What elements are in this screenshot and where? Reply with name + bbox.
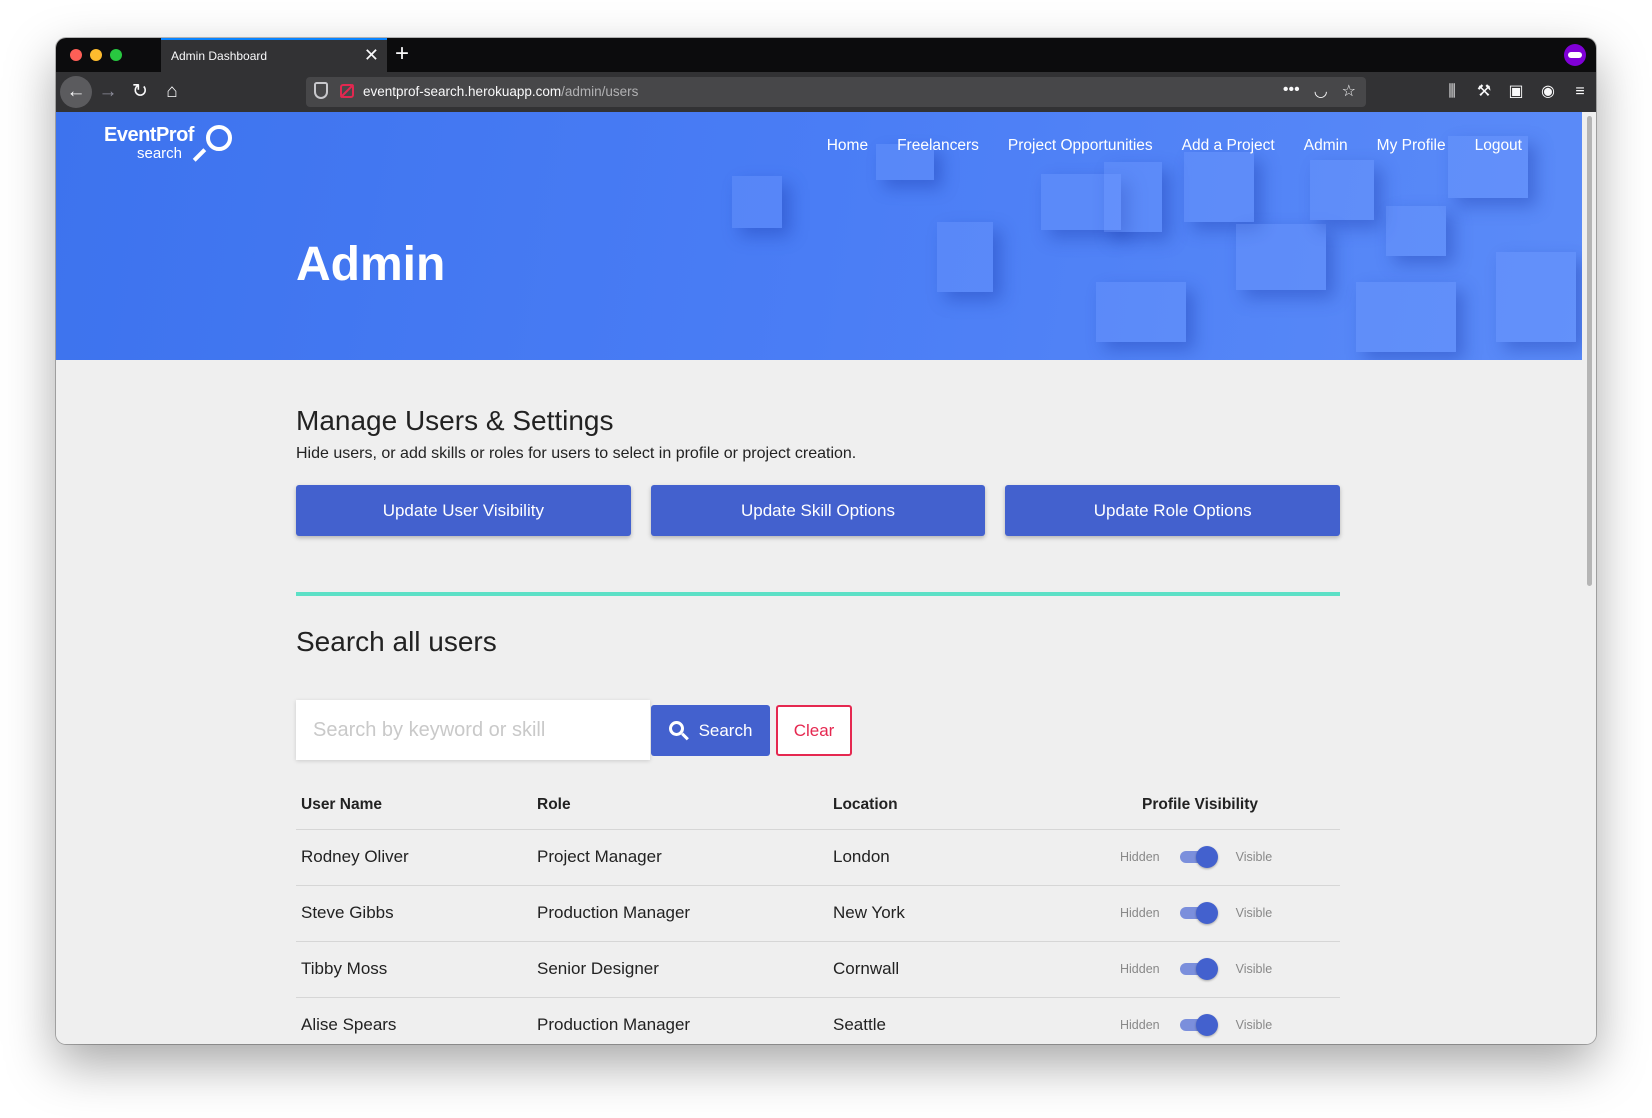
update-role-options-button[interactable]: Update Role Options bbox=[1005, 485, 1341, 536]
user-role: Production Manager bbox=[537, 1015, 691, 1034]
visible-label: Visible bbox=[1235, 1018, 1273, 1032]
search-heading: Search all users bbox=[296, 626, 497, 657]
nav-project-opportunities[interactable]: Project Opportunities bbox=[1008, 137, 1153, 155]
page-title: Admin bbox=[296, 238, 446, 291]
visible-label: Visible bbox=[1235, 906, 1273, 920]
visibility-control: Hidden Visible bbox=[1120, 1014, 1273, 1036]
close-window-button[interactable] bbox=[70, 49, 82, 61]
visibility-toggle[interactable] bbox=[1179, 958, 1218, 980]
insecure-lock-icon[interactable] bbox=[340, 84, 354, 98]
manage-section: Manage Users & Settings Hide users, or a… bbox=[296, 405, 1341, 536]
visibility-toggle[interactable] bbox=[1179, 1014, 1218, 1036]
visibility-control: Hidden Visible bbox=[1120, 958, 1273, 980]
home-icon[interactable]: ⌂ bbox=[156, 76, 188, 108]
user-location: Seattle bbox=[833, 1015, 886, 1034]
user-role: Production Manager bbox=[537, 903, 691, 922]
nav-admin[interactable]: Admin bbox=[1304, 137, 1348, 155]
section-divider bbox=[296, 592, 1340, 596]
tracking-protection-icon[interactable] bbox=[314, 82, 328, 99]
browser-tab[interactable]: Admin Dashboard ✕ bbox=[161, 38, 387, 72]
search-icon bbox=[668, 720, 689, 741]
pocket-icon[interactable]: ◡ bbox=[1314, 81, 1328, 101]
header-profile-visibility: Profile Visibility bbox=[1142, 796, 1259, 813]
user-location: Cornwall bbox=[833, 959, 900, 978]
hero-banner: EventProf search Home Freelancers Projec… bbox=[56, 112, 1582, 360]
maximize-window-button[interactable] bbox=[110, 49, 122, 61]
user-name: Steve Gibbs bbox=[301, 903, 394, 922]
hidden-label: Hidden bbox=[1120, 906, 1160, 920]
visibility-control: Hidden Visible bbox=[1120, 902, 1273, 924]
tab-title: Admin Dashboard bbox=[171, 49, 268, 63]
user-role: Senior Designer bbox=[537, 959, 659, 978]
reload-icon[interactable]: ↻ bbox=[124, 76, 156, 108]
clear-button[interactable]: Clear bbox=[776, 705, 852, 756]
magnifier-logo-icon bbox=[206, 125, 232, 151]
table-row: Steve Gibbs Production Manager New York … bbox=[296, 886, 1340, 942]
user-name: Tibby Moss bbox=[301, 959, 388, 978]
user-location: New York bbox=[833, 903, 905, 922]
tab-strip: Admin Dashboard ✕ + bbox=[56, 38, 1596, 72]
users-table: User Name Role Location Profile Visibili… bbox=[296, 780, 1340, 1044]
star-icon[interactable]: ☆ bbox=[1342, 81, 1356, 101]
logo-text: EventProf bbox=[104, 124, 194, 146]
hidden-label: Hidden bbox=[1120, 850, 1160, 864]
close-tab-icon[interactable]: ✕ bbox=[364, 45, 379, 65]
search-section: Search all users bbox=[296, 626, 1340, 658]
manage-description: Hide users, or add skills or roles for u… bbox=[296, 445, 857, 462]
user-location: London bbox=[833, 847, 890, 866]
menu-icon[interactable]: ≡ bbox=[1564, 72, 1596, 112]
update-skill-options-button[interactable]: Update Skill Options bbox=[650, 485, 986, 536]
site-logo[interactable]: EventProf search bbox=[104, 124, 232, 162]
user-role: Project Manager bbox=[537, 847, 662, 866]
new-tab-button[interactable]: + bbox=[395, 40, 409, 68]
page-scrollbar[interactable] bbox=[1582, 112, 1596, 1044]
nav-logout[interactable]: Logout bbox=[1475, 137, 1522, 155]
header-location: Location bbox=[833, 796, 898, 813]
user-name: Alise Spears bbox=[301, 1015, 397, 1034]
visibility-toggle[interactable] bbox=[1179, 846, 1218, 868]
manage-heading: Manage Users & Settings bbox=[296, 405, 614, 436]
header-role: Role bbox=[537, 796, 571, 813]
url-text[interactable]: eventprof-search.herokuapp.com/admin/use… bbox=[363, 84, 638, 99]
browser-window: Admin Dashboard ✕ + ← → ↻ ⌂ eventprof-se… bbox=[56, 38, 1596, 1044]
header-user-name: User Name bbox=[301, 796, 382, 813]
table-row: Tibby Moss Senior Designer Cornwall Hidd… bbox=[296, 942, 1340, 998]
table-row: Alise Spears Production Manager Seattle … bbox=[296, 998, 1340, 1044]
private-browsing-icon bbox=[1564, 44, 1586, 66]
visibility-control: Hidden Visible bbox=[1120, 846, 1273, 868]
url-bar[interactable]: eventprof-search.herokuapp.com/admin/use… bbox=[306, 77, 1366, 107]
table-row: Rodney Oliver Project Manager London Hid… bbox=[296, 830, 1340, 886]
search-button-label: Search bbox=[698, 720, 753, 740]
logo-subtext: search bbox=[137, 145, 183, 162]
nav-my-profile[interactable]: My Profile bbox=[1377, 137, 1446, 155]
main-nav: Home Freelancers Project Opportunities A… bbox=[827, 137, 1522, 155]
visible-label: Visible bbox=[1235, 850, 1273, 864]
nav-home[interactable]: Home bbox=[827, 137, 868, 155]
user-name: Rodney Oliver bbox=[301, 847, 409, 866]
update-user-visibility-button[interactable]: Update User Visibility bbox=[296, 485, 631, 536]
visible-label: Visible bbox=[1235, 962, 1273, 976]
back-icon[interactable]: ← bbox=[60, 76, 92, 108]
nav-add-project[interactable]: Add a Project bbox=[1182, 137, 1275, 155]
forward-icon[interactable]: → bbox=[92, 76, 124, 108]
page-viewport: EventProf search Home Freelancers Projec… bbox=[56, 112, 1582, 1044]
sidebar-icon[interactable]: ▣ bbox=[1500, 72, 1532, 112]
visibility-toggle[interactable] bbox=[1179, 902, 1218, 924]
nav-freelancers[interactable]: Freelancers bbox=[897, 137, 979, 155]
wrench-icon[interactable]: ⚒ bbox=[1468, 72, 1500, 112]
search-input[interactable] bbox=[296, 700, 650, 760]
account-icon[interactable]: ◉ bbox=[1532, 72, 1564, 112]
browser-toolbar: ← → ↻ ⌂ eventprof-search.herokuapp.com/a… bbox=[56, 72, 1596, 112]
hidden-label: Hidden bbox=[1120, 962, 1160, 976]
table-header: User Name Role Location Profile Visibili… bbox=[296, 780, 1340, 830]
search-button[interactable]: Search bbox=[651, 705, 770, 756]
scrollbar-thumb[interactable] bbox=[1587, 116, 1592, 586]
minimize-window-button[interactable] bbox=[90, 49, 102, 61]
library-icon[interactable]: ⫼ bbox=[1436, 72, 1468, 112]
hidden-label: Hidden bbox=[1120, 1018, 1160, 1032]
more-icon[interactable]: ••• bbox=[1283, 81, 1300, 101]
